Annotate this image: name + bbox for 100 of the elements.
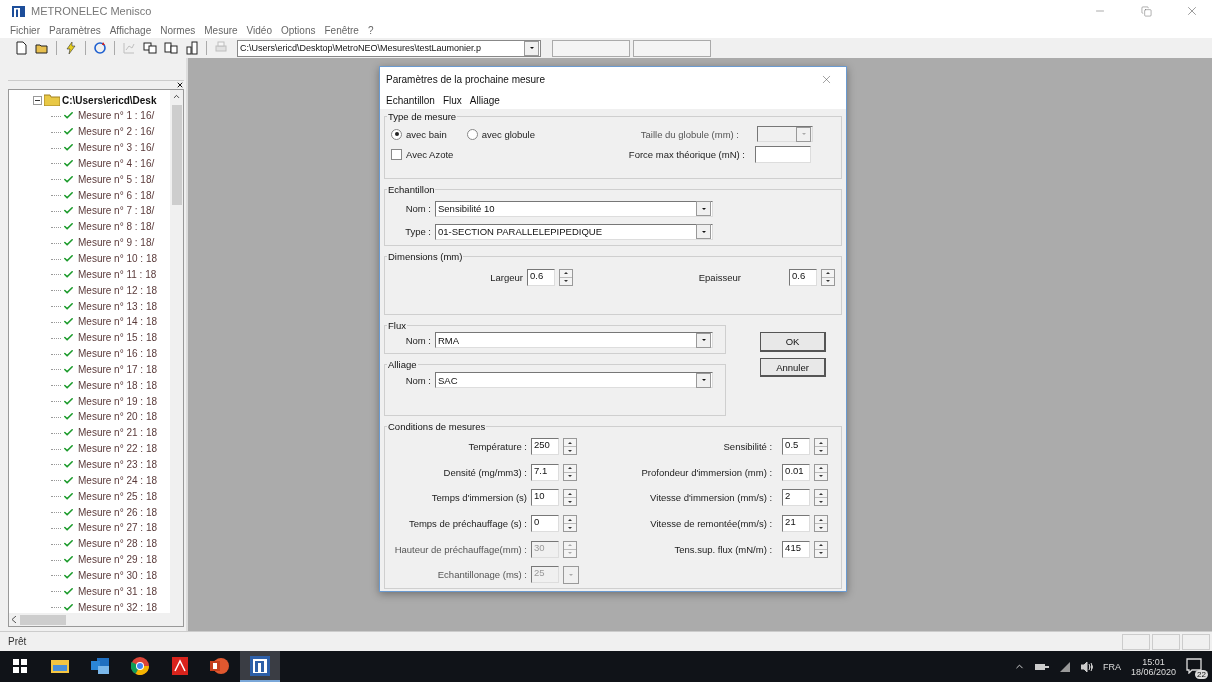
tree-item[interactable]: Mesure n° 7 : 18/	[78, 205, 155, 217]
spin-field[interactable]: 0.5	[782, 438, 811, 456]
tree-item[interactable]: Mesure n° 28 : 18	[78, 538, 158, 550]
tree-item[interactable]: Mesure n° 22 : 18	[78, 443, 158, 455]
tree-item[interactable]: Mesure n° 27 : 18	[78, 522, 158, 534]
tree-item[interactable]: C:\Users\ericd\Desk	[62, 94, 157, 106]
mail-icon[interactable]	[91, 657, 109, 674]
scrollbar-thumb[interactable]	[171, 105, 182, 205]
spin-field[interactable]: 0.01	[782, 463, 811, 481]
tree-item[interactable]: Mesure n° 18 : 18	[78, 379, 158, 391]
windows-arrange-icon[interactable]	[183, 40, 201, 56]
tree-item[interactable]: Mesure n° 21 : 18	[78, 427, 158, 439]
checkbox[interactable]	[391, 148, 402, 160]
tree-item[interactable]: Mesure n° 15 : 18	[78, 332, 158, 344]
cancel-button[interactable]: Annuler	[760, 358, 826, 377]
language-indicator[interactable]: FRA	[1102, 661, 1121, 672]
folder-icon[interactable]	[51, 658, 69, 673]
menu-item[interactable]: Fenêtre	[324, 24, 359, 36]
tree-item[interactable]: Mesure n° 16 : 18	[78, 348, 158, 360]
toolbar-field[interactable]	[552, 39, 630, 57]
tree-item[interactable]: Mesure n° 11 : 18	[78, 268, 157, 280]
radio-button[interactable]	[391, 128, 402, 140]
tree-item[interactable]: Mesure n° 8 : 18/	[78, 221, 155, 233]
tree-item[interactable]: Mesure n° 23 : 18	[78, 459, 158, 470]
spin-field[interactable]: 415	[782, 540, 811, 558]
ok-button[interactable]: OK	[760, 332, 826, 352]
menu-item[interactable]: Options	[281, 24, 316, 36]
vertical-scrollbar[interactable]	[170, 90, 183, 613]
tree-item[interactable]: Mesure n° 1 : 16/	[78, 110, 155, 122]
spin-buttons[interactable]	[559, 268, 573, 286]
tree-item[interactable]: Mesure n° 9 : 18/	[78, 237, 155, 249]
tree-item[interactable]: Mesure n° 17 : 18	[78, 363, 158, 375]
tree-item[interactable]: Mesure n° 26 : 18	[78, 506, 158, 518]
spin-buttons[interactable]	[563, 463, 577, 481]
spin-field[interactable]: 0	[531, 515, 559, 533]
clock-time[interactable]: 15:01	[1142, 656, 1165, 667]
tree-item[interactable]: Mesure n° 30 : 18	[78, 569, 158, 581]
spin-field[interactable]: 21	[782, 515, 811, 533]
menu-item[interactable]: Mesure	[204, 24, 238, 36]
clock-date[interactable]: 18/06/2020	[1130, 666, 1176, 677]
notification-icon[interactable]	[1186, 657, 1202, 674]
toolbar-field[interactable]	[633, 39, 711, 57]
menu-item[interactable]: Paramètres	[49, 24, 101, 36]
tree-item[interactable]: Mesure n° 29 : 18	[78, 554, 158, 566]
close-icon[interactable]	[1185, 4, 1199, 18]
input-field[interactable]	[755, 145, 811, 163]
spin-field[interactable]: 0.6	[789, 268, 817, 286]
menu-item[interactable]: Fichier	[10, 24, 40, 36]
spin-buttons[interactable]	[814, 489, 829, 507]
tree-item[interactable]: Mesure n° 31 : 18	[78, 585, 158, 597]
spin-buttons[interactable]	[563, 515, 577, 533]
windows-tile-icon[interactable]	[162, 40, 180, 56]
network-icon[interactable]	[1034, 661, 1049, 672]
spin-buttons[interactable]	[814, 463, 829, 481]
spin-buttons[interactable]	[814, 540, 829, 558]
collapse-toggle-icon[interactable]	[33, 95, 42, 105]
tree-item[interactable]: Mesure n° 5 : 18/	[78, 173, 155, 185]
path-dropdown[interactable]: C:\Users\ericd\Desktop\MetroNEO\Mesures\testLaumonier.p	[237, 39, 541, 57]
dropdown-field[interactable]: Sensibilité 10	[435, 200, 713, 217]
speaker-icon[interactable]	[1080, 661, 1093, 672]
tree-item[interactable]: Mesure n° 12 : 18	[78, 284, 158, 296]
dropdown-field[interactable]: SAC	[435, 372, 713, 388]
spin-buttons[interactable]	[563, 438, 577, 456]
spin-field[interactable]: 0.6	[527, 268, 555, 286]
dropdown-button[interactable]	[563, 565, 579, 584]
menu-item[interactable]: Vidéo	[246, 24, 272, 36]
tree-item[interactable]: Mesure n° 24 : 18	[78, 474, 158, 486]
document-icon[interactable]	[172, 656, 188, 675]
tree-item[interactable]: Mesure n° 25 : 18	[78, 490, 158, 502]
spin-field[interactable]: 250	[531, 438, 559, 456]
spin-buttons[interactable]	[563, 489, 577, 507]
horizontal-scrollbar[interactable]	[9, 613, 183, 626]
spin-field[interactable]: 7.1	[531, 463, 559, 481]
menu-item[interactable]: Affichage	[109, 24, 152, 36]
menu-item[interactable]: Flux	[442, 94, 462, 106]
scroll-up-icon[interactable]	[172, 92, 181, 101]
spin-buttons[interactable]	[814, 515, 829, 533]
menu-item[interactable]: ?	[367, 24, 374, 36]
presentation-icon[interactable]	[210, 656, 230, 675]
tree-item[interactable]: Mesure n° 6 : 18/	[78, 189, 155, 201]
tree-item[interactable]: Mesure n° 13 : 18	[78, 300, 158, 312]
tree-item[interactable]: Mesure n° 3 : 16/	[78, 142, 155, 154]
tree-item[interactable]: Mesure n° 20 : 18	[78, 411, 158, 423]
spin-buttons[interactable]	[821, 268, 835, 286]
close-panel-icon[interactable]	[176, 81, 184, 89]
spin-buttons[interactable]	[814, 438, 829, 456]
radio-button[interactable]	[466, 128, 478, 140]
refresh-icon[interactable]	[91, 40, 109, 56]
menu-item[interactable]: Normes	[160, 24, 196, 36]
spin-buttons[interactable]	[563, 540, 577, 558]
app-logo-icon[interactable]	[250, 655, 270, 676]
wifi-icon[interactable]	[1058, 661, 1071, 672]
windows-cascade-icon[interactable]	[141, 40, 159, 56]
dropdown-field[interactable]: RMA	[435, 332, 713, 348]
menu-item[interactable]: Echantillon	[386, 94, 435, 106]
tree-item[interactable]: Mesure n° 32 : 18	[78, 601, 158, 613]
tree-item[interactable]: Mesure n° 4 : 16/	[78, 157, 155, 169]
scroll-left-icon[interactable]	[12, 616, 16, 623]
spin-field[interactable]: 10	[531, 489, 559, 507]
tree-item[interactable]: Mesure n° 10 : 18	[78, 253, 158, 264]
